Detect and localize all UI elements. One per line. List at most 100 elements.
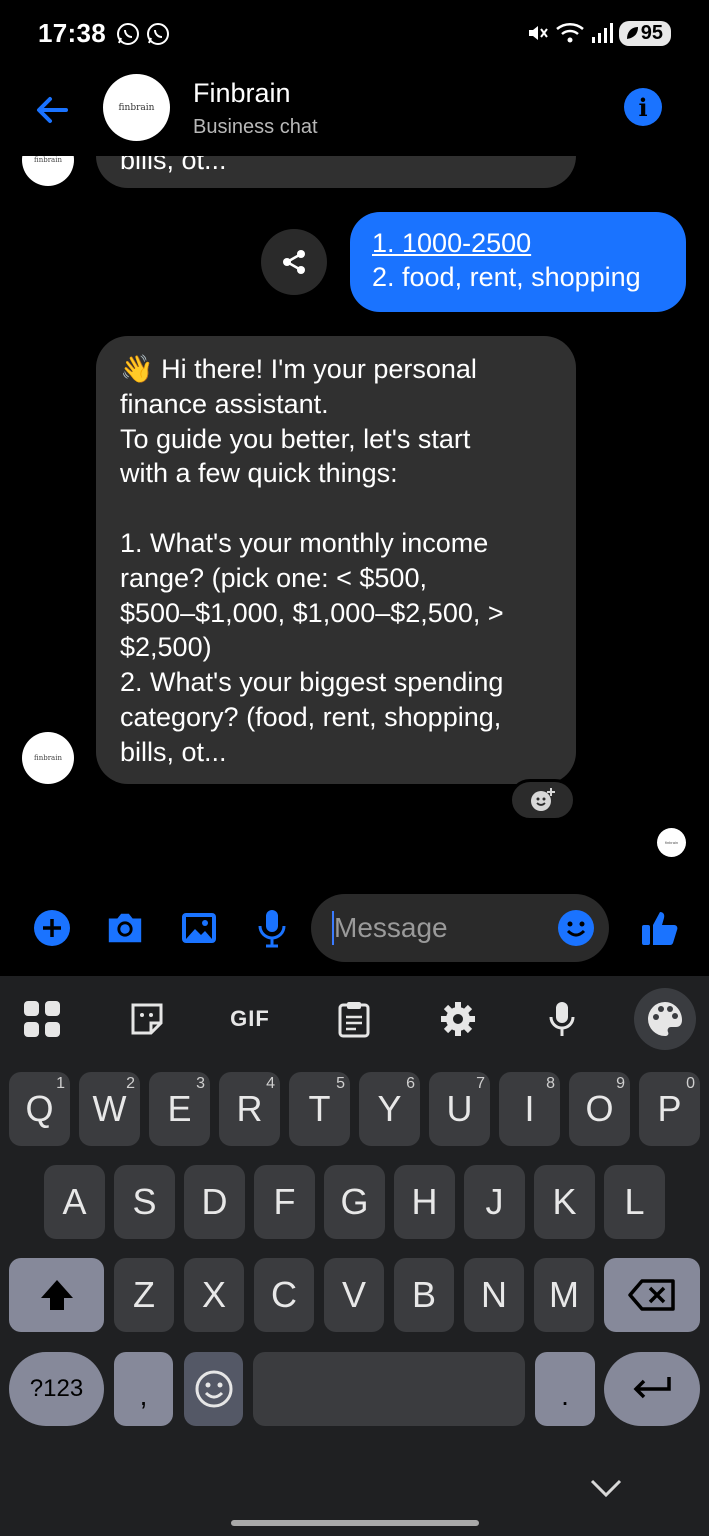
key-label: C	[271, 1274, 297, 1315]
key-label: J	[485, 1181, 504, 1222]
key-z[interactable]: Z	[114, 1258, 174, 1332]
key-a[interactable]: A	[44, 1165, 105, 1239]
key-hint: 0	[686, 1075, 695, 1092]
period-key[interactable]: .	[535, 1352, 595, 1426]
enter-icon	[633, 1377, 671, 1399]
key-q[interactable]: Q1	[9, 1072, 70, 1146]
sender-avatar[interactable]: finbrain	[22, 156, 74, 186]
key-f[interactable]: F	[254, 1165, 315, 1239]
share-icon	[283, 250, 305, 274]
key-c[interactable]: C	[254, 1258, 314, 1332]
key-n[interactable]: N	[464, 1258, 524, 1332]
key-k[interactable]: K	[534, 1165, 595, 1239]
key-label: U	[446, 1088, 473, 1129]
key-label: Y	[377, 1088, 402, 1129]
key-b[interactable]: B	[394, 1258, 454, 1332]
enter-key[interactable]	[604, 1352, 700, 1426]
add-reaction-icon	[530, 788, 555, 811]
clipboard-icon[interactable]	[329, 994, 379, 1044]
key-label: W	[92, 1088, 127, 1129]
settings-icon[interactable]	[433, 994, 483, 1044]
info-icon[interactable]: i	[624, 88, 662, 126]
message-input[interactable]: Message	[311, 894, 609, 962]
key-label: F	[273, 1181, 296, 1222]
key-y[interactable]: Y6	[359, 1072, 420, 1146]
key-label: H	[411, 1181, 438, 1222]
key-label: O	[585, 1088, 614, 1129]
key-label: R	[236, 1088, 263, 1129]
received-message-bubble[interactable]: 👋 Hi there! I'm your personal finance as…	[96, 336, 576, 784]
message-list[interactable]: bills, ot... finbrain 1. 1000-2500 2. fo…	[0, 156, 709, 886]
keyboard: GIF Q1W2E3R4T5Y6U7I8O9P0 ASDFGHJKL ZXCVB…	[0, 976, 709, 1536]
key-h[interactable]: H	[394, 1165, 455, 1239]
emoji-icon[interactable]	[557, 909, 595, 947]
key-label: Z	[133, 1274, 155, 1315]
add-reaction-button[interactable]	[509, 779, 576, 821]
key-hint: 2	[126, 1075, 135, 1092]
backspace-key[interactable]	[604, 1258, 700, 1332]
emoji-key[interactable]	[184, 1352, 243, 1426]
key-u[interactable]: U7	[429, 1072, 490, 1146]
key-e[interactable]: E3	[149, 1072, 210, 1146]
sent-message-bubble[interactable]: 1. 1000-2500 2. food, rent, shopping	[350, 212, 686, 312]
key-l[interactable]: L	[604, 1165, 665, 1239]
emoji-icon	[195, 1370, 232, 1408]
received-message-bubble[interactable]: bills, ot...	[96, 156, 576, 188]
shift-key[interactable]	[9, 1258, 104, 1332]
received-message-text: bills, ot...	[120, 156, 227, 176]
apps-grid-icon[interactable]	[17, 994, 67, 1044]
sender-avatar[interactable]: finbrain	[22, 732, 74, 784]
key-j[interactable]: J	[464, 1165, 525, 1239]
mic-icon[interactable]	[537, 994, 587, 1044]
sent-message-line1[interactable]: 1. 1000-2500	[372, 226, 664, 260]
add-icon[interactable]	[32, 908, 72, 948]
symbols-key[interactable]: ?123	[9, 1352, 104, 1426]
whatsapp-icon	[117, 23, 139, 45]
key-g[interactable]: G	[324, 1165, 385, 1239]
thumbs-up-icon[interactable]	[640, 908, 680, 948]
contact-avatar[interactable]: finbrain	[103, 74, 170, 141]
key-hint: 3	[196, 1075, 205, 1092]
voice-message-icon[interactable]	[252, 908, 292, 948]
shift-icon	[40, 1280, 73, 1310]
leaf-icon	[626, 27, 638, 39]
wifi-icon	[555, 22, 584, 43]
key-hint: 7	[476, 1075, 485, 1092]
key-i[interactable]: I8	[499, 1072, 560, 1146]
share-button[interactable]	[261, 229, 327, 295]
key-x[interactable]: X	[184, 1258, 244, 1332]
gallery-icon[interactable]	[179, 908, 219, 948]
back-arrow-icon[interactable]	[32, 90, 72, 130]
sticker-icon[interactable]	[122, 994, 172, 1044]
key-label: K	[552, 1181, 577, 1222]
key-t[interactable]: T5	[289, 1072, 350, 1146]
space-key[interactable]	[253, 1352, 525, 1426]
key-m[interactable]: M	[534, 1258, 594, 1332]
key-o[interactable]: O9	[569, 1072, 630, 1146]
key-hint: 5	[336, 1075, 345, 1092]
key-p[interactable]: P0	[639, 1072, 700, 1146]
key-label: A	[62, 1181, 87, 1222]
key-hint: 4	[266, 1075, 275, 1092]
palette-icon[interactable]	[634, 988, 696, 1050]
key-v[interactable]: V	[324, 1258, 384, 1332]
key-s[interactable]: S	[114, 1165, 175, 1239]
key-hint: 8	[546, 1075, 555, 1092]
comma-key[interactable]: ,	[114, 1352, 173, 1426]
key-label: D	[201, 1181, 228, 1222]
key-w[interactable]: W2	[79, 1072, 140, 1146]
key-r[interactable]: R4	[219, 1072, 280, 1146]
status-time: 17:38	[38, 18, 106, 48]
contact-name[interactable]: Finbrain	[193, 78, 291, 109]
home-indicator[interactable]	[231, 1520, 479, 1526]
key-d[interactable]: D	[184, 1165, 245, 1239]
backspace-icon	[628, 1279, 675, 1311]
gif-button[interactable]: GIF	[225, 994, 275, 1044]
key-hint: 6	[406, 1075, 415, 1092]
battery-indicator: 95	[618, 20, 671, 46]
key-label: G	[340, 1181, 369, 1222]
key-label: E	[167, 1088, 192, 1129]
status-bar: 17:38 95	[0, 0, 709, 66]
camera-icon[interactable]	[105, 908, 145, 948]
hide-keyboard-chevron-icon[interactable]	[590, 1478, 622, 1498]
